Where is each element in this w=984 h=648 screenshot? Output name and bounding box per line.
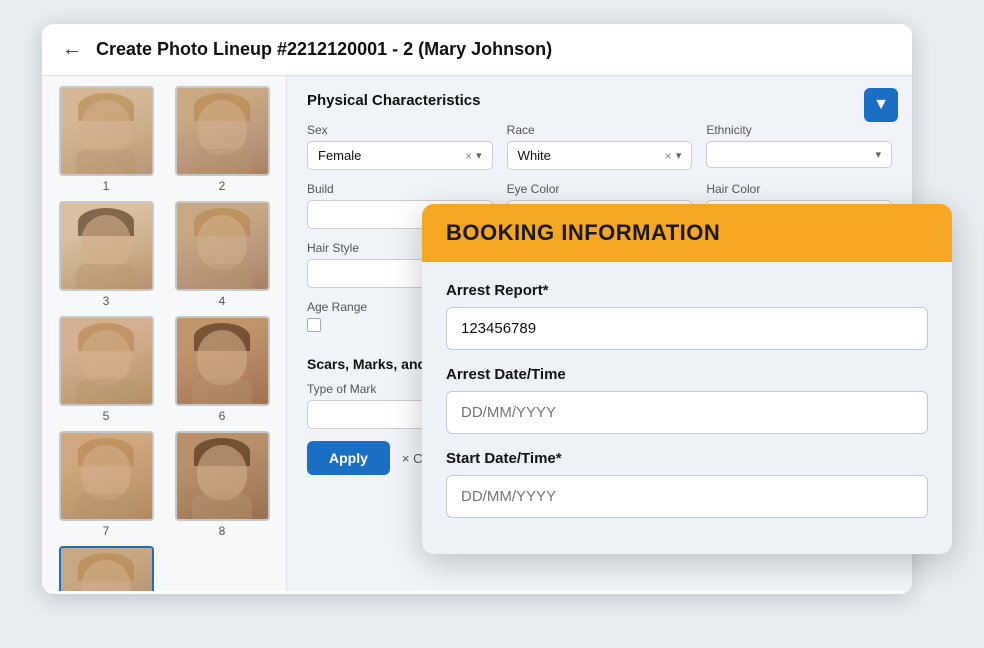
apply-button[interactable]: Apply <box>307 441 390 475</box>
arrest-datetime-input[interactable] <box>446 391 928 434</box>
race-x-icon: × <box>665 149 672 163</box>
photo-num-4: 4 <box>219 294 226 308</box>
main-container: ← Create Photo Lineup #2212120001 - 2 (M… <box>42 24 942 624</box>
photo-num-6: 6 <box>219 409 226 423</box>
list-item[interactable]: ✓ <box>52 546 160 591</box>
photo-panel: 1 2 <box>42 76 287 591</box>
filter-icon-button[interactable]: ▼ <box>864 88 898 122</box>
photo-num-1: 1 <box>103 179 110 193</box>
booking-overlay: BOOKING INFORMATION Arrest Report* Arres… <box>422 204 952 554</box>
ethnicity-group: Ethnicity ▾ <box>706 123 892 170</box>
arrest-report-label: Arrest Report* <box>446 282 928 299</box>
list-item[interactable]: 8 <box>168 431 276 538</box>
race-group: Race White × ▾ <box>507 123 693 170</box>
window-header: ← Create Photo Lineup #2212120001 - 2 (M… <box>42 24 912 76</box>
page-title: Create Photo Lineup #2212120001 - 2 (Mar… <box>96 39 552 60</box>
list-item[interactable]: 5 <box>52 316 160 423</box>
list-item[interactable]: 4 <box>168 201 276 308</box>
race-select[interactable]: White × ▾ <box>507 141 693 170</box>
filter-icon: ▼ <box>873 96 889 114</box>
photo-num-3: 3 <box>103 294 110 308</box>
age-range-checkbox[interactable] <box>307 318 321 332</box>
race-chevron-icon: ▾ <box>676 149 682 162</box>
sex-chevron-icon: ▾ <box>476 149 482 162</box>
list-item[interactable]: 2 <box>168 86 276 193</box>
sex-select[interactable]: Female × ▾ <box>307 141 493 170</box>
photo-thumb-4[interactable] <box>175 201 270 291</box>
photo-thumb-2[interactable] <box>175 86 270 176</box>
start-datetime-label: Start Date/Time* <box>446 450 928 467</box>
start-datetime-input[interactable] <box>446 475 928 518</box>
photo-num-2: 2 <box>219 179 226 193</box>
sex-value: Female <box>318 148 361 163</box>
ethnicity-select[interactable]: ▾ <box>706 141 892 168</box>
eye-color-label: Eye Color <box>507 182 693 196</box>
booking-header-title: BOOKING INFORMATION <box>446 220 720 245</box>
booking-header: BOOKING INFORMATION <box>422 204 952 262</box>
booking-body: Arrest Report* Arrest Date/Time Start Da… <box>422 262 952 554</box>
sex-group: Sex Female × ▾ <box>307 123 493 170</box>
list-item[interactable]: 7 <box>52 431 160 538</box>
arrest-datetime-label: Arrest Date/Time <box>446 366 928 383</box>
list-item[interactable]: 3 <box>52 201 160 308</box>
list-item[interactable]: 6 <box>168 316 276 423</box>
sex-x-icon: × <box>465 149 472 163</box>
photo-thumb-9[interactable]: ✓ <box>59 546 154 591</box>
photo-num-7: 7 <box>103 524 110 538</box>
race-label: Race <box>507 123 693 137</box>
back-button[interactable]: ← <box>62 38 82 61</box>
photo-thumb-5[interactable] <box>59 316 154 406</box>
photo-num-5: 5 <box>103 409 110 423</box>
photo-grid: 1 2 <box>52 86 276 591</box>
physical-characteristics-title: Physical Characteristics <box>307 92 892 109</box>
photo-thumb-1[interactable] <box>59 86 154 176</box>
photo-thumb-8[interactable] <box>175 431 270 521</box>
ethnicity-label: Ethnicity <box>706 123 892 137</box>
build-label: Build <box>307 182 493 196</box>
filter-row-1: Sex Female × ▾ Race White <box>307 123 892 170</box>
photo-num-8: 8 <box>219 524 226 538</box>
race-clear[interactable]: × ▾ <box>665 149 682 163</box>
arrest-report-input[interactable] <box>446 307 928 350</box>
race-value: White <box>518 148 551 163</box>
sex-label: Sex <box>307 123 493 137</box>
list-item[interactable]: 1 <box>52 86 160 193</box>
sex-clear[interactable]: × ▾ <box>465 149 482 163</box>
photo-thumb-3[interactable] <box>59 201 154 291</box>
ethnicity-chevron-icon: ▾ <box>875 148 881 161</box>
photo-thumb-7[interactable] <box>59 431 154 521</box>
photo-thumb-6[interactable] <box>175 316 270 406</box>
hair-color-label: Hair Color <box>706 182 892 196</box>
